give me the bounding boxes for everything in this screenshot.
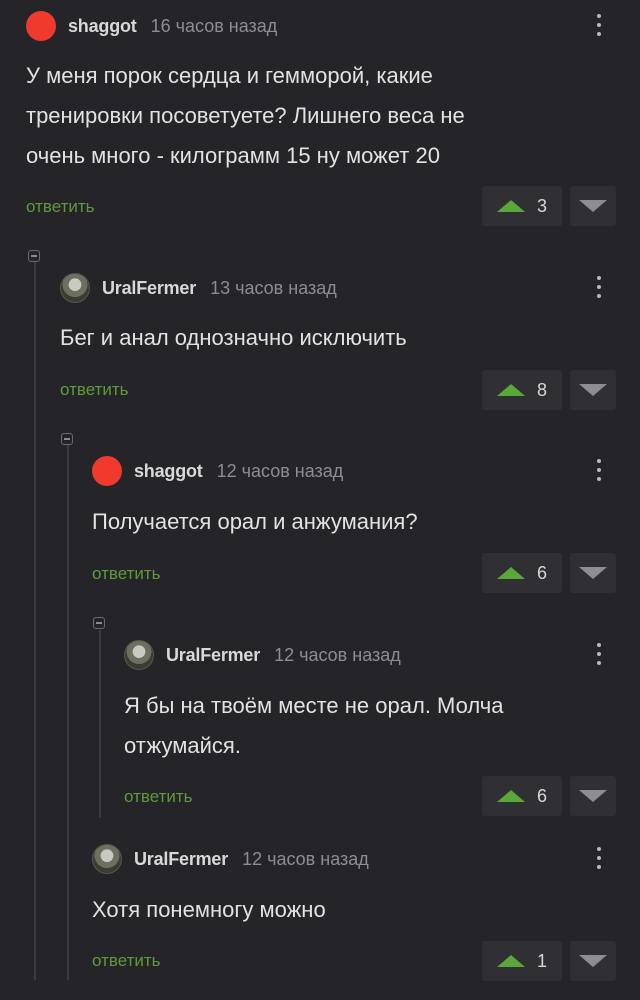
vote-count: 8 [536,379,547,400]
avatar[interactable] [92,456,122,486]
timestamp: 12 часов назад [242,848,369,869]
collapse-thread-button[interactable] [28,250,40,262]
comment-text: У меня порок сердца и гемморой, какие тр… [26,63,465,168]
arrow-up-icon [496,955,525,967]
username[interactable]: shaggot [68,16,137,37]
comment-header: UralFermer 12 часов назад [92,843,369,875]
upvote-button[interactable]: 8 [482,370,562,410]
upvote-button[interactable]: 6 [482,553,562,593]
arrow-down-icon [579,200,607,212]
avatar[interactable] [92,844,122,874]
avatar[interactable] [26,11,56,41]
downvote-button[interactable] [570,776,616,816]
timestamp: 12 часов назад [274,644,401,665]
more-options-icon[interactable] [596,276,602,304]
collapse-thread-button[interactable] [61,433,73,445]
reply-link[interactable]: ответить [26,197,95,217]
comment-header: shaggot 16 часов назад [26,10,277,42]
arrow-up-icon [496,790,525,802]
downvote-button[interactable] [570,370,616,410]
reply-link[interactable]: ответить [60,380,129,400]
more-options-icon[interactable] [596,847,602,875]
username[interactable]: UralFermer [102,278,196,299]
username[interactable]: shaggot [134,461,203,482]
comment-text: Бег и анал однозначно исключить [60,325,407,350]
vote-count: 3 [536,195,547,216]
username[interactable]: UralFermer [166,645,260,666]
comment-text: Я бы на твоём месте не орал. Молча отжум… [124,693,504,758]
timestamp: 13 часов назад [210,277,337,298]
downvote-button[interactable] [570,186,616,226]
comment-text: Хотя понемногу можно [92,897,326,922]
upvote-button[interactable]: 1 [482,941,562,981]
comment-header: shaggot 12 часов назад [92,455,343,487]
thread-line [34,262,36,980]
more-options-icon[interactable] [596,643,602,671]
upvote-button[interactable]: 3 [482,186,562,226]
vote-count: 6 [536,785,547,806]
thread-line [67,445,69,980]
downvote-button[interactable] [570,553,616,593]
comment-header: UralFermer 12 часов назад [124,639,401,671]
comment-header: UralFermer 13 часов назад [60,272,337,304]
arrow-up-icon [496,567,525,579]
arrow-down-icon [579,955,607,967]
reply-link[interactable]: ответить [124,787,193,807]
avatar[interactable] [124,640,154,670]
arrow-up-icon [496,200,525,212]
timestamp: 16 часов назад [150,15,278,36]
more-options-icon[interactable] [596,14,602,42]
arrow-down-icon [579,567,607,579]
collapse-thread-button[interactable] [93,617,105,629]
username[interactable]: UralFermer [134,849,228,870]
avatar[interactable] [60,273,90,303]
reply-link[interactable]: ответить [92,951,161,971]
upvote-button[interactable]: 6 [482,776,562,816]
arrow-up-icon [496,384,525,396]
downvote-button[interactable] [570,941,616,981]
timestamp: 12 часов назад [216,460,344,481]
comment-text: Получается орал и анжумания? [92,509,418,534]
thread-line [99,630,101,818]
arrow-down-icon [579,384,607,396]
arrow-down-icon [579,790,607,802]
vote-count: 6 [536,562,547,583]
vote-count: 1 [536,950,547,971]
reply-link[interactable]: ответить [92,564,161,584]
more-options-icon[interactable] [596,459,602,487]
